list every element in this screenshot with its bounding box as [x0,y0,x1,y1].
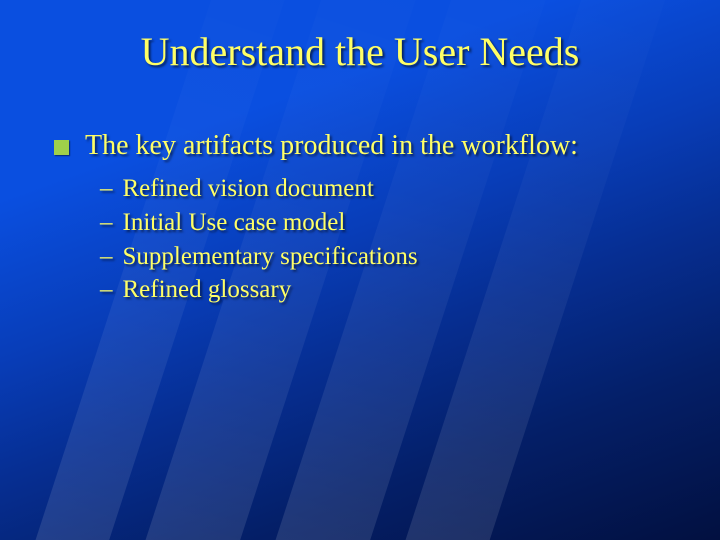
sub-bullet: – Refined glossary [100,273,680,307]
sub-bullet-text: Initial Use case model [123,206,346,240]
square-bullet-icon [54,140,69,155]
slide-title: Understand the User Needs [0,28,720,75]
bullet-text: The key artifacts produced in the workfl… [85,130,578,162]
slide-body: The key artifacts produced in the workfl… [54,130,680,307]
bullet-level1: The key artifacts produced in the workfl… [54,130,680,162]
sub-bullet-text: Refined vision document [123,172,374,206]
slide: Understand the User Needs The key artifa… [0,0,720,540]
dash-icon: – [100,206,113,240]
dash-icon: – [100,172,113,206]
sub-bullet: – Supplementary specifications [100,240,680,274]
sub-bullet: – Refined vision document [100,172,680,206]
sub-bullet: – Initial Use case model [100,206,680,240]
dash-icon: – [100,240,113,274]
sub-bullets: – Refined vision document – Initial Use … [100,172,680,307]
sub-bullet-text: Refined glossary [123,273,292,307]
sub-bullet-text: Supplementary specifications [123,240,418,274]
dash-icon: – [100,273,113,307]
